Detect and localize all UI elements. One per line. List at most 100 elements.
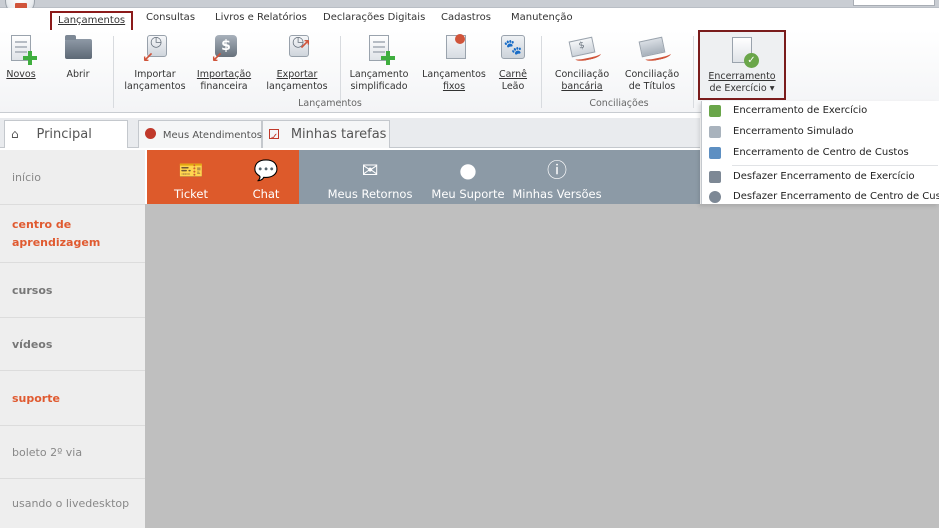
menu-item-label: Encerramento de Centro de Custos (733, 147, 909, 158)
meus-retornos-button[interactable]: ✉ Meus Retornos (322, 150, 418, 204)
exportar-label-1: Exportar (276, 69, 318, 80)
sidebar-item-suporte[interactable]: suporte (0, 371, 145, 426)
menu-item-encerramento-centro-custos[interactable]: Encerramento de Centro de Custos (702, 143, 939, 163)
exportar-label-2: lançamentos (266, 81, 328, 92)
tab-atendimentos-label: Meus Atendimentos (162, 130, 263, 141)
paw-icon: 🐾 (497, 33, 529, 65)
simplificado-label-1: Lançamento (349, 69, 409, 80)
lancamento-simplificado-button[interactable]: Lançamento simplificado (344, 33, 414, 93)
abrir-label: Abrir (66, 69, 90, 80)
menu-item-label: Encerramento de Exercício (733, 105, 868, 116)
title-reconcile-icon (636, 33, 668, 65)
fixos-label-2: fixos (442, 81, 466, 92)
menu-separator (732, 165, 938, 166)
ticket-button[interactable]: 🎫 Ticket (160, 150, 222, 204)
document-tab-strip: ⌂ Principal Meus Atendimentos Minhas tar… (0, 118, 700, 151)
novos-button[interactable]: Novos (2, 33, 40, 81)
menu-item-label: Desfazer Encerramento de Exercício (733, 171, 915, 182)
tab-meus-atendimentos[interactable]: Meus Atendimentos (138, 120, 262, 148)
suporte-label: Meu Suporte (431, 187, 505, 201)
undo-icon (709, 191, 721, 203)
tab-tarefas-label: Minhas tarefas (290, 127, 387, 142)
envelope-icon: ✉ (361, 158, 379, 182)
carne-label-2: Leão (501, 81, 525, 92)
info-icon: ⓘ (547, 158, 567, 182)
bank-reconcile-icon: $ (566, 33, 598, 65)
tab-minhas-tarefas[interactable]: Minhas tarefas (262, 120, 390, 151)
sidebar-item-videos[interactable]: vídeos (0, 318, 145, 371)
pin-icon (438, 33, 470, 65)
sidebar-item-cursos[interactable]: cursos (0, 263, 145, 318)
chat-button[interactable]: 💬 Chat (236, 150, 296, 204)
encerramento-exercicio-button[interactable]: Encerramento de Exercício ▾ (698, 30, 786, 100)
abrir-button[interactable]: Abrir (58, 33, 98, 81)
importar-label-1: Importar (134, 69, 176, 80)
tab-livros-relatorios[interactable]: Livros e Relatórios (215, 12, 307, 23)
main-content-area (145, 204, 939, 528)
menu-item-encerramento-simulado[interactable]: Encerramento Simulado (702, 122, 939, 142)
user-icon: ● (459, 158, 477, 182)
ticket-label: Ticket (173, 187, 209, 201)
sidebar: início centro de aprendizagem cursos víd… (0, 150, 145, 528)
meu-suporte-button[interactable]: ● Meu Suporte (428, 150, 508, 204)
tab-cadastros[interactable]: Cadastros (441, 12, 491, 23)
sidebar-item-boleto[interactable]: boleto 2º via (0, 426, 145, 479)
tab-consultas[interactable]: Consultas (146, 12, 195, 23)
encerramento-dropdown-menu: Encerramento de Exercício Encerramento S… (701, 101, 939, 204)
lancamentos-fixos-button[interactable]: Lançamentos fixos (419, 33, 489, 93)
tab-principal[interactable]: ⌂ Principal (4, 120, 128, 148)
menu-item-label: Desfazer Encerramento de Centro de Custo (733, 191, 939, 202)
ribbon-divider (541, 36, 542, 108)
conciliacao-titulos-button[interactable]: Conciliação de Títulos (618, 33, 686, 93)
ribbon-divider (113, 36, 114, 108)
menu-item-desfazer-encerramento-exercicio[interactable]: Desfazer Encerramento de Exercício (702, 167, 939, 187)
menu-item-desfazer-encerramento-centro-custo[interactable]: Desfazer Encerramento de Centro de Custo (702, 187, 939, 207)
menu-item-encerramento-exercicio[interactable]: Encerramento de Exercício (702, 101, 939, 121)
ticket-icon: 🎫 (178, 158, 204, 182)
undo-icon (709, 171, 721, 183)
menu-bar: Lançamentos Consultas Livros e Relatório… (0, 8, 939, 30)
tab-principal-label: Principal (36, 127, 92, 142)
carne-leao-button[interactable]: 🐾 Carnê Leão (493, 33, 533, 93)
retornos-label: Meus Retornos (327, 187, 413, 201)
atendimentos-icon (145, 128, 156, 139)
importar-lancamentos-button[interactable]: ↙ Importar lançamentos (120, 33, 190, 93)
ribbon-divider (693, 36, 694, 108)
group-label-conciliacoes: Conciliações (589, 98, 649, 109)
money-check-icon (709, 147, 721, 159)
check-document-icon (726, 35, 759, 68)
versoes-label: Minhas Versões (512, 187, 602, 201)
sidebar-item-usando-livedesktop[interactable]: usando o livedesktop (0, 479, 145, 528)
tab-lancamentos[interactable]: Lançamentos (50, 11, 134, 30)
importacao-label-1: Importação (196, 69, 252, 80)
menu-item-label: Encerramento Simulado (733, 126, 854, 137)
sidebar-item-centro-aprendizagem[interactable]: centro de aprendizagem (0, 205, 145, 263)
tab-manutencao[interactable]: Manutenção (511, 12, 573, 23)
encerramento-label-1: Encerramento (708, 71, 776, 82)
importacao-label-2: financeira (200, 81, 248, 92)
title-strip (0, 0, 939, 16)
search-input[interactable] (853, 0, 935, 6)
titulos-label-1: Conciliação (624, 69, 680, 80)
checkbox-icon (269, 125, 279, 151)
sidebar-item-inicio[interactable]: início (0, 150, 145, 205)
minhas-versoes-button[interactable]: ⓘ Minhas Versões (511, 150, 603, 204)
new-document-icon (363, 33, 395, 65)
importacao-financeira-button[interactable]: $ ↙ Importação financeira (192, 33, 256, 93)
exportar-lancamentos-button[interactable]: ↗ Exportar lançamentos (261, 33, 333, 93)
import-clock-icon: ↙ (139, 33, 171, 65)
fixos-label-1: Lançamentos (422, 69, 486, 80)
check-icon (709, 126, 721, 138)
importar-label-2: lançamentos (124, 81, 186, 92)
check-icon (709, 105, 721, 117)
carne-label-1: Carnê (498, 69, 528, 80)
conciliacao-bancaria-button[interactable]: $ Conciliação bancária (550, 33, 614, 93)
money-icon: $ ↙ (208, 33, 240, 65)
bancaria-label-1: Conciliação (554, 69, 610, 80)
chat-label: Chat (252, 187, 280, 201)
tab-declaracoes-digitais[interactable]: Declarações Digitais (323, 12, 425, 23)
export-clock-icon: ↗ (281, 33, 313, 65)
bancaria-label-2: bancária (561, 81, 603, 92)
novos-label: Novos (6, 69, 36, 80)
home-icon: ⌂ (11, 127, 19, 141)
